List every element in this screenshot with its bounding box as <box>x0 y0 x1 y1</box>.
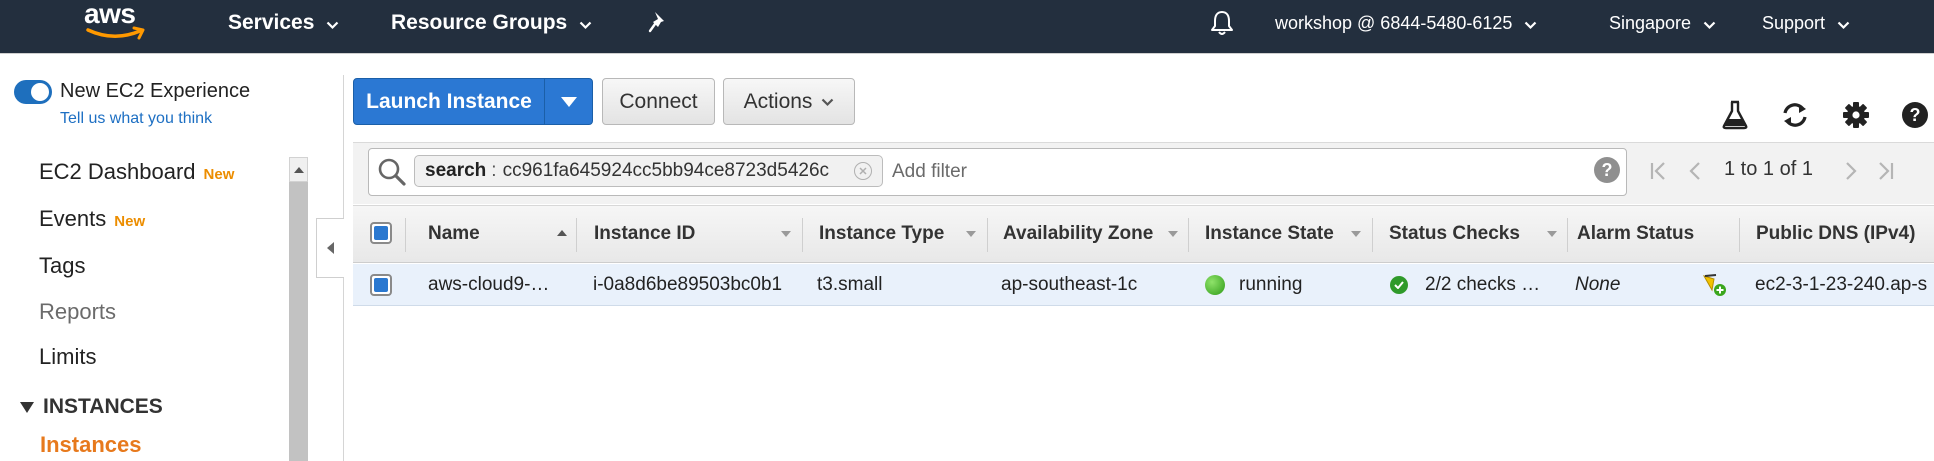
running-status-icon <box>1205 275 1225 295</box>
table-row[interactable]: aws-cloud9-… i-0a8d6be89503bc0b1 t3.smal… <box>353 264 1934 306</box>
account-menu[interactable]: workshop @ 6844-5480-6125 <box>1275 0 1537 46</box>
help-button[interactable]: ? <box>1899 99 1931 131</box>
pin-icon <box>648 12 664 33</box>
flask-icon <box>1722 100 1748 130</box>
sort-icon <box>1168 231 1178 237</box>
last-page-icon <box>1879 162 1894 180</box>
chevron-left-icon <box>327 242 334 254</box>
cell-instance-type: t3.small <box>817 274 883 295</box>
region-menu[interactable]: Singapore <box>1609 0 1716 46</box>
sidebar-item-ec2-dashboard[interactable]: EC2 Dashboard New <box>39 159 234 185</box>
collapse-sidebar-button[interactable] <box>316 218 344 278</box>
aws-logo[interactable]: aws <box>84 0 154 46</box>
add-filter-input[interactable] <box>892 158 1292 186</box>
sort-icon <box>966 231 976 237</box>
select-all-checkbox[interactable] <box>370 222 392 244</box>
cell-alarm-status: None <box>1575 274 1621 295</box>
svg-text:?: ? <box>1910 105 1921 125</box>
previous-page-button[interactable] <box>1683 158 1707 184</box>
chevron-right-icon <box>1846 162 1857 180</box>
caret-down-icon <box>560 96 577 107</box>
cell-availability-zone: ap-southeast-1c <box>1001 274 1138 295</box>
column-header-public-dns[interactable]: Public DNS (IPv4) <box>1756 206 1915 262</box>
create-alarm-button[interactable] <box>1701 264 1731 306</box>
launch-instance-button-group: Launch Instance <box>353 78 593 125</box>
cell-instance-id: i-0a8d6be89503bc0b1 <box>593 274 783 295</box>
refresh-button[interactable] <box>1779 99 1811 131</box>
sidebar-scrollbar[interactable] <box>289 157 308 461</box>
search-token-value: cc961fa645924cc5bb94ce8723d5426c <box>502 160 830 181</box>
actions-button[interactable]: Actions <box>723 78 855 125</box>
chevron-down-icon <box>327 21 339 29</box>
sort-ascending-icon <box>557 230 567 236</box>
filter-help-icon[interactable]: ? <box>1594 157 1620 183</box>
search-icon <box>376 156 408 188</box>
chevron-down-icon <box>1703 21 1716 29</box>
feedback-link[interactable]: Tell us what you think <box>60 110 212 128</box>
gear-icon <box>1843 102 1869 128</box>
help-icon: ? <box>1902 102 1928 128</box>
launch-instance-button[interactable]: Launch Instance <box>354 79 544 124</box>
aws-smile-icon <box>86 26 145 40</box>
new-experience-label: New EC2 Experience <box>60 80 251 102</box>
pagination-label: 1 to 1 of 1 <box>1724 158 1813 180</box>
flask-button[interactable] <box>1719 99 1751 131</box>
bell-icon <box>1211 11 1233 35</box>
notifications-button[interactable] <box>1209 0 1235 46</box>
column-header-instance-type[interactable]: Instance Type <box>819 206 944 262</box>
sort-icon <box>781 231 791 237</box>
column-header-name[interactable]: Name <box>428 206 480 262</box>
cell-public-dns: ec2-3-1-23-240.ap-s <box>1755 274 1928 295</box>
cell-instance-state: running <box>1205 264 1365 306</box>
chevron-left-icon <box>1689 162 1700 180</box>
check-circle-icon <box>1390 276 1408 294</box>
last-page-button[interactable] <box>1874 158 1898 184</box>
sidebar-section-instances[interactable]: INSTANCES <box>20 395 163 419</box>
chevron-down-icon <box>822 98 834 107</box>
launch-dropdown-button[interactable] <box>545 79 592 124</box>
sort-icon <box>1351 231 1361 237</box>
toggle-knob <box>31 83 49 101</box>
scroll-up-button[interactable] <box>289 157 308 182</box>
pin-button[interactable] <box>647 0 669 46</box>
sidebar-item-events[interactable]: Events New <box>39 206 145 232</box>
alarm-add-icon <box>1702 274 1726 296</box>
services-menu[interactable]: Services <box>228 0 339 46</box>
remove-filter-button[interactable] <box>854 162 872 180</box>
column-header-alarm-status[interactable]: Alarm Status <box>1577 206 1694 262</box>
column-header-instance-state[interactable]: Instance State <box>1205 206 1334 262</box>
chevron-down-icon <box>579 21 592 29</box>
next-page-button[interactable] <box>1839 158 1863 184</box>
cell-status-checks: 2/2 checks … <box>1390 264 1562 306</box>
first-page-icon <box>1650 162 1665 180</box>
search-filter-token[interactable]: search: cc961fa645924cc5bb94ce8723d5426c <box>414 155 883 187</box>
sidebar-item-instances[interactable]: Instances <box>40 432 142 458</box>
resource-groups-menu[interactable]: Resource Groups <box>391 0 592 46</box>
row-checkbox[interactable] <box>370 274 392 296</box>
new-experience-toggle[interactable] <box>14 80 52 104</box>
top-navigation: aws Services Resource Groups workshop @ … <box>0 0 1934 53</box>
column-header-instance-id[interactable]: Instance ID <box>594 206 695 262</box>
refresh-icon <box>1783 103 1807 127</box>
instances-table-header: Name Instance ID Instance Type Availabil… <box>353 205 1934 263</box>
sort-icon <box>1547 231 1557 237</box>
column-header-availability-zone[interactable]: Availability Zone <box>1003 206 1153 262</box>
connect-button[interactable]: Connect <box>602 78 715 125</box>
new-badge: New <box>114 213 146 230</box>
sidebar-item-limits[interactable]: Limits <box>39 344 96 370</box>
new-badge: New <box>203 166 235 183</box>
cell-name: aws-cloud9-… <box>428 274 550 295</box>
sidebar-item-reports[interactable]: Reports <box>39 299 116 325</box>
settings-button[interactable] <box>1840 99 1872 131</box>
support-menu[interactable]: Support <box>1762 0 1850 46</box>
close-icon <box>859 167 867 175</box>
column-header-status-checks[interactable]: Status Checks <box>1389 206 1520 262</box>
scroll-up-icon <box>293 167 304 173</box>
chevron-down-icon <box>1837 21 1850 29</box>
sidebar-item-tags[interactable]: Tags <box>39 253 85 279</box>
collapse-triangle-icon <box>20 401 34 413</box>
chevron-down-icon <box>1525 21 1537 29</box>
first-page-button[interactable] <box>1646 158 1670 184</box>
